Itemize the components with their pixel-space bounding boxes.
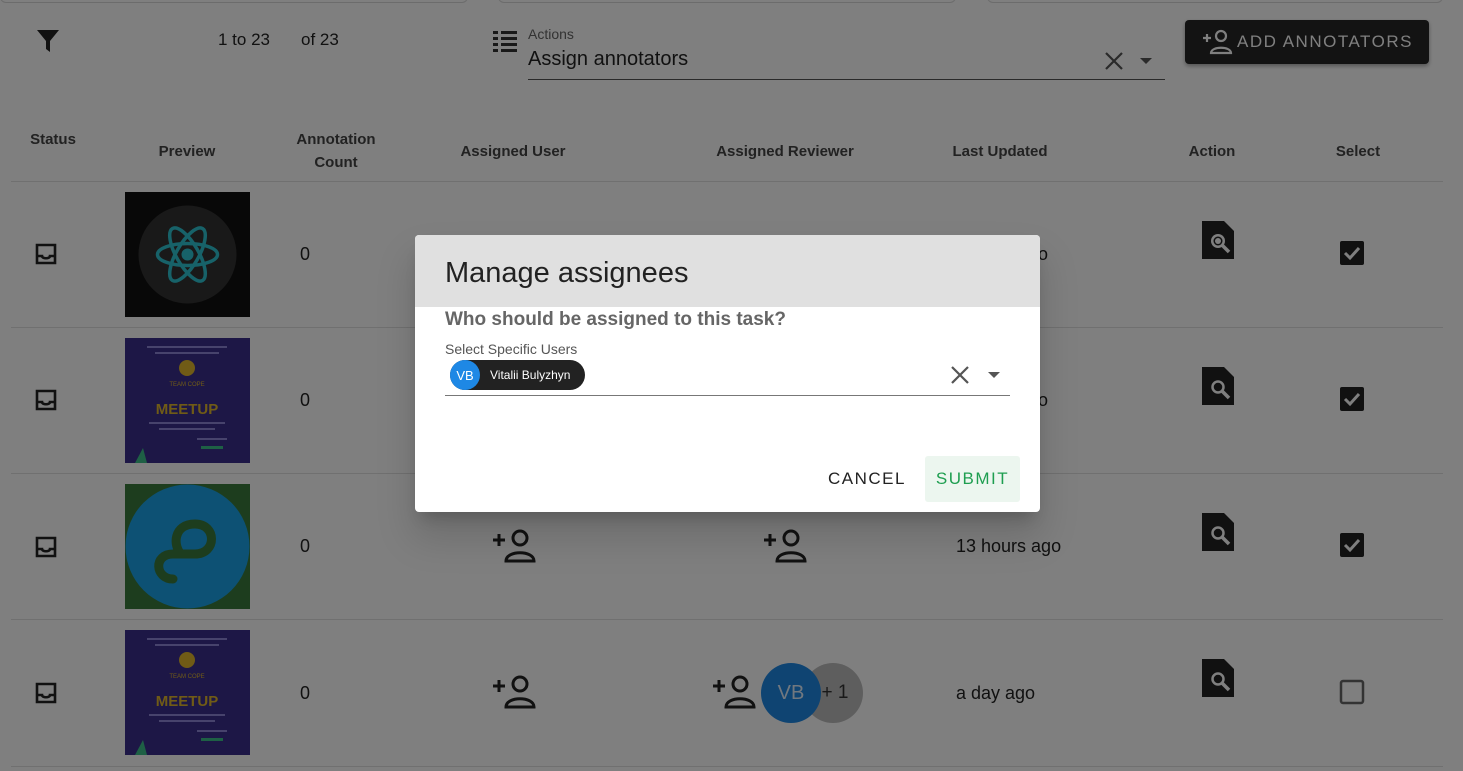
users-select-input[interactable]: VB Vitalii Bulyzhyn — [445, 358, 1010, 396]
chevron-down-icon[interactable] — [982, 363, 1006, 387]
dialog-question: Who should be assigned to this task? — [445, 309, 786, 330]
manage-assignees-dialog: Manage assignees Who should be assigned … — [415, 235, 1040, 512]
task-list-page: 1 to 23 of 23 Actions Assign annotators … — [0, 0, 1463, 771]
dialog-title: Manage assignees — [445, 257, 689, 289]
dialog-header: Manage assignees — [415, 235, 1040, 307]
submit-button[interactable]: SUBMIT — [925, 456, 1020, 502]
cancel-button[interactable]: CANCEL — [817, 456, 917, 502]
chip-label: Vitalii Bulyzhyn — [490, 368, 571, 382]
users-select-label: Select Specific Users — [445, 341, 578, 357]
close-icon[interactable] — [948, 363, 972, 387]
chip-avatar: VB — [450, 360, 480, 390]
user-chip[interactable]: VB Vitalii Bulyzhyn — [450, 360, 586, 390]
